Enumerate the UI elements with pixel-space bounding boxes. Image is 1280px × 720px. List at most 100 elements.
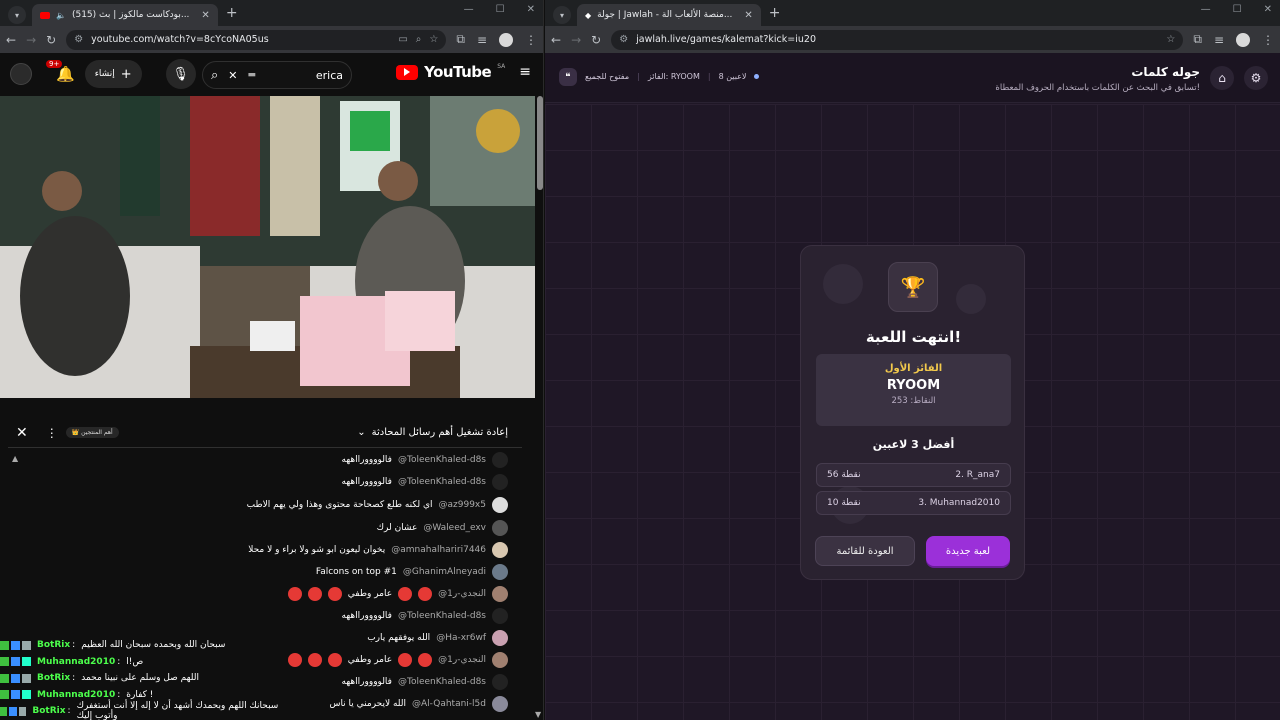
site-info-icon[interactable]: ⚙ [619, 34, 628, 45]
author-avatar[interactable] [492, 652, 508, 668]
maximize-icon[interactable]: ☐ [496, 4, 505, 15]
page-scrollbar[interactable] [537, 96, 543, 190]
back-icon[interactable]: ← [551, 33, 561, 47]
notifications-bell-icon[interactable]: 🔔 9+ [46, 60, 75, 83]
youtube-logo[interactable]: YouTube SA ≡ [396, 63, 531, 81]
message-author[interactable]: @Waleed_exv [423, 523, 486, 533]
winner-box: الفائز الأول RYOOM النقاط: 253 [816, 354, 1011, 426]
browser-menu-icon[interactable]: ⋮ [1262, 33, 1274, 47]
message-author[interactable]: @النجدي-ر1 [438, 655, 486, 665]
author-avatar[interactable] [492, 674, 508, 690]
red-circle-emoji-icon [418, 653, 433, 667]
address-bar[interactable]: ⚙ youtube.com/watch?v=8cYcoNA05us ▭ ⌕ ☆ [66, 29, 447, 50]
close-window-icon[interactable]: ✕ [527, 4, 535, 15]
message-author[interactable]: @النجدي-ر1 [438, 589, 486, 599]
cast-icon[interactable]: ▭ [398, 34, 407, 45]
sub-badge-icon [22, 690, 31, 700]
browser-menu-icon[interactable]: ⋮ [525, 33, 537, 47]
new-tab-button[interactable]: + [769, 5, 781, 21]
back-to-list-button[interactable]: العودة للقائمة [815, 536, 915, 566]
site-info-icon[interactable]: ⚙ [74, 34, 83, 45]
tab-youtube[interactable]: 🔈 (515) بودكاست مالكوز | بث... ✕ [32, 4, 218, 26]
tab-search-icon[interactable]: ▾ [8, 6, 26, 24]
tab-jawlah[interactable]: ◆ جولة | Jawlah - منصة الألعاب الة... ✕ [577, 4, 761, 26]
profile-avatar[interactable] [1236, 32, 1250, 47]
trophy-icon: 🏆 [888, 262, 938, 312]
author-avatar[interactable] [492, 542, 508, 558]
chat-bubble-icon[interactable]: ❝ [559, 68, 577, 86]
author-avatar[interactable] [492, 452, 508, 468]
browser-toolbar: ← → ↻ ⚙ jawlah.live/games/kalemat?kick=i… [545, 26, 1280, 53]
close-chat-icon[interactable]: ✕ [16, 425, 28, 441]
bookmark-star-icon[interactable]: ☆ [1166, 34, 1175, 45]
author-avatar[interactable] [492, 608, 508, 624]
chat-message: الله يوفقهم يارب @Ha-xr6wf [367, 628, 508, 648]
search-input[interactable]: erica [316, 69, 343, 82]
reload-icon[interactable]: ↻ [46, 33, 56, 47]
message-text: اي لكنه طلع كصحاحة محتوى وهذا ولي يهم ال… [246, 500, 433, 510]
message-author[interactable]: @Al-Qahtani-l5d [412, 699, 486, 709]
zoom-icon[interactable]: ⌕ [416, 34, 422, 45]
media-icon[interactable]: ≡ [477, 33, 487, 47]
author-avatar[interactable] [492, 586, 508, 602]
message-author[interactable]: @Ha-xr6wf [436, 633, 486, 643]
players-count: 8 لاعبين [718, 72, 747, 81]
new-game-button[interactable]: لعبة جديدة [926, 536, 1010, 566]
home-icon[interactable]: ⌂ [1210, 66, 1234, 90]
message-author[interactable]: @az999x5 [439, 500, 486, 510]
gear-icon[interactable]: ⚙ [1244, 66, 1268, 90]
rank-points: 56 نقطة [827, 470, 861, 480]
search-box[interactable]: ⌕ ✕ ▬ erica [202, 61, 352, 89]
message-author[interactable]: @ToleenKhaled-d8s [398, 455, 486, 465]
browser-toolbar: ← → ↻ ⚙ youtube.com/watch?v=8cYcoNA05us … [0, 26, 543, 53]
new-tab-button[interactable]: + [226, 5, 238, 21]
chat-menu-icon[interactable]: ⋮ [46, 426, 58, 440]
back-icon[interactable]: ← [6, 33, 16, 47]
red-circle-emoji-icon [398, 587, 413, 601]
chat-mode-dropdown[interactable]: ⌄ إعادة تشغيل أهم رسائل المحادثة [357, 427, 508, 438]
message-author[interactable]: @ToleenKhaled-d8s [398, 477, 486, 487]
game-over-title: انتهت اللعبة! [865, 328, 962, 346]
author-avatar[interactable] [492, 520, 508, 536]
voice-search-icon[interactable]: 🎙 [165, 59, 196, 89]
rank-row: 56 نقطة 2. R_ana7 [816, 463, 1011, 487]
hamburger-menu-icon[interactable]: ≡ [519, 64, 531, 80]
tab-search-icon[interactable]: ▾ [553, 6, 571, 24]
address-bar[interactable]: ⚙ jawlah.live/games/kalemat?kick=iu20 ☆ [611, 29, 1184, 50]
speaker-icon[interactable]: 🔈 [56, 11, 66, 20]
message-author[interactable]: @GhanimAlneyadi [403, 567, 486, 577]
account-avatar[interactable] [10, 63, 32, 85]
create-button[interactable]: إنشاء + [84, 60, 142, 88]
profile-avatar[interactable] [499, 32, 513, 47]
message-author[interactable]: @ToleenKhaled-d8s [398, 611, 486, 621]
close-window-icon[interactable]: ✕ [1264, 4, 1272, 15]
keyboard-icon[interactable]: ▬ [248, 70, 257, 80]
message-author[interactable]: @ToleenKhaled-d8s [398, 677, 486, 687]
close-tab-icon[interactable]: ✕ [201, 10, 209, 21]
author-avatar[interactable] [492, 630, 508, 646]
author-avatar[interactable] [492, 564, 508, 580]
minimize-icon[interactable]: — [464, 4, 474, 15]
page-scroll-down-icon[interactable]: ▼ [535, 710, 541, 719]
forward-icon[interactable]: → [26, 33, 36, 47]
forward-icon[interactable]: → [571, 33, 581, 47]
members-chip[interactable]: 👑 أهم المنتجين [65, 427, 119, 438]
message-author[interactable]: @amnahalhariri7446 [391, 545, 486, 555]
message-text: الله لايحرمني يا ناس [329, 699, 407, 709]
minimize-icon[interactable]: — [1201, 4, 1211, 15]
maximize-icon[interactable]: ☐ [1233, 4, 1242, 15]
bookmark-star-icon[interactable]: ☆ [429, 34, 438, 45]
close-tab-icon[interactable]: ✕ [744, 10, 752, 21]
chat-scroll-up-icon[interactable]: ▲ [12, 454, 18, 463]
author-avatar[interactable] [492, 497, 508, 513]
author-avatar[interactable] [492, 696, 508, 712]
media-icon[interactable]: ≡ [1214, 33, 1224, 47]
extensions-icon[interactable]: ⧉ [456, 32, 465, 47]
reload-icon[interactable]: ↻ [591, 33, 601, 47]
video-player[interactable] [0, 96, 535, 398]
overlay-author: BotRix [37, 640, 71, 651]
search-icon[interactable]: ⌕ [211, 68, 218, 83]
clear-search-icon[interactable]: ✕ [228, 69, 237, 82]
extensions-icon[interactable]: ⧉ [1193, 32, 1202, 47]
author-avatar[interactable] [492, 474, 508, 490]
